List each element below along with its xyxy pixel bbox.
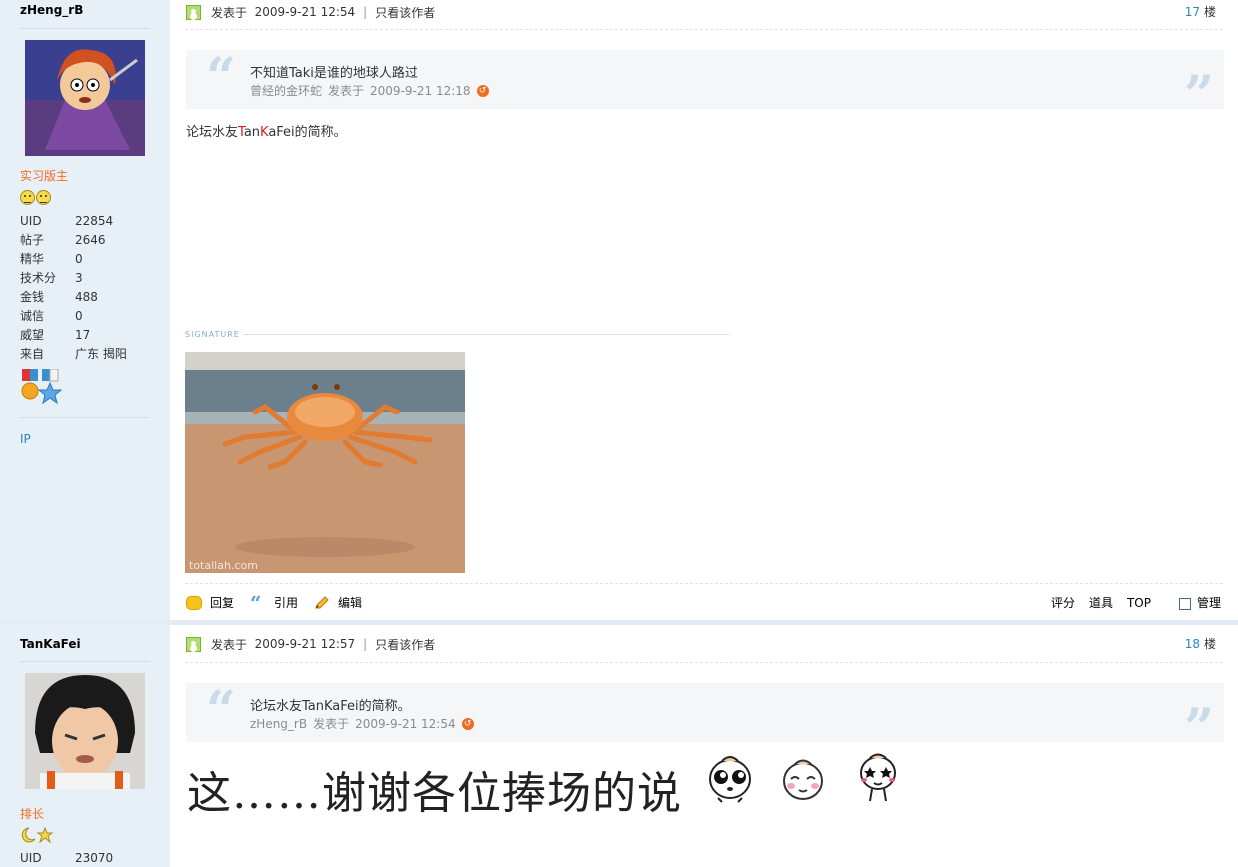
stat-row: UID 23070 bbox=[20, 851, 114, 865]
author-only-link[interactable]: 只看该作者 bbox=[375, 636, 435, 653]
stat-row: 技术分 3 bbox=[20, 271, 83, 285]
stat-row: 诚信 0 bbox=[20, 309, 83, 323]
author-name[interactable]: zHeng_rB bbox=[20, 3, 83, 17]
quote-block: “ 不知道Taki是谁的地球人路过 曾经的金环蛇 发表于 2009-9-21 1… bbox=[186, 47, 1224, 122]
post-content: 发表于 2009-9-21 12:57 | 只看该作者 18 楼 “ 论坛水友Ta… bbox=[170, 625, 1238, 867]
jump-to-post-icon[interactable]: ↺ bbox=[461, 717, 474, 730]
rate-button[interactable]: 评分 bbox=[1051, 594, 1075, 611]
user-rank: 排长 bbox=[20, 807, 45, 821]
avatar[interactable] bbox=[25, 40, 145, 156]
pencil-icon bbox=[315, 595, 329, 608]
divider bbox=[20, 417, 150, 418]
moon-star-icon bbox=[21, 827, 54, 843]
user-online-icon bbox=[186, 636, 201, 652]
signature-divider: SIGNATURE bbox=[185, 330, 730, 339]
post-body: 论坛水友TanKaFei的简称。 bbox=[186, 125, 347, 140]
post-meta: 发表于 2009-9-21 12:54 | 只看该作者 bbox=[186, 3, 435, 21]
floor-number[interactable]: 17 楼 bbox=[1185, 3, 1216, 20]
stat-row: UID 22854 bbox=[20, 214, 114, 228]
medal-icon bbox=[21, 369, 62, 405]
quote-icon: “ bbox=[250, 590, 262, 615]
edit-button[interactable]: 编辑 bbox=[314, 594, 362, 611]
reply-icon bbox=[186, 595, 202, 610]
quote-meta: 曾经的金环蛇 发表于 2009-9-21 12:18 ↺ bbox=[250, 82, 489, 99]
divider bbox=[185, 29, 1223, 30]
post-17: zHeng_rB 实习版主 UID 22854 帖子 2646 精华 0 技术分… bbox=[0, 0, 1238, 620]
divider bbox=[20, 28, 150, 29]
reply-button[interactable]: 回复 bbox=[186, 594, 234, 611]
divider bbox=[185, 662, 1223, 663]
post-content: 发表于 2009-9-21 12:54 | 只看该作者 17 楼 “ 不知道Tak… bbox=[170, 0, 1238, 620]
open-quote-icon: “ bbox=[206, 47, 236, 108]
post-meta: 发表于 2009-9-21 12:57 | 只看该作者 bbox=[186, 635, 435, 653]
user-stats: UID 23070 bbox=[20, 849, 160, 867]
rank-icons bbox=[20, 190, 51, 205]
stat-row: 威望 17 bbox=[20, 328, 91, 342]
stat-row: 来自 广东 揭阳 bbox=[20, 347, 127, 361]
open-quote-icon: “ bbox=[206, 680, 236, 741]
post-body: 这……谢谢各位捧场的说 bbox=[187, 768, 682, 819]
smiley-icon bbox=[20, 190, 35, 205]
manage-checkbox[interactable]: 管理 bbox=[1178, 594, 1221, 611]
smiley-icon bbox=[36, 190, 51, 205]
star-eyes-emoticon-icon bbox=[860, 753, 896, 802]
author-sidebar: TanKaFei 排长 UID 23070 bbox=[0, 625, 170, 867]
post-18: TanKaFei 排长 UID 23070 发表于 2009-9-21 12:5… bbox=[0, 625, 1238, 867]
avatar[interactable] bbox=[25, 673, 145, 789]
floor-number[interactable]: 18 楼 bbox=[1185, 635, 1216, 652]
quote-text: 论坛水友TanKaFei的简称。 bbox=[250, 699, 411, 714]
post-time: 2009-9-21 12:57 bbox=[254, 637, 356, 651]
author-name[interactable]: TanKaFei bbox=[20, 637, 81, 651]
post-admin-actions: 评分 道具 TOP 管理 bbox=[1051, 594, 1221, 611]
shy-emoticon-icon bbox=[783, 759, 823, 800]
stat-row: 精华 0 bbox=[20, 252, 83, 266]
checkbox[interactable] bbox=[1178, 597, 1191, 610]
close-quote-icon: ” bbox=[1184, 698, 1214, 759]
author-only-link[interactable]: 只看该作者 bbox=[375, 4, 435, 21]
medals bbox=[20, 369, 62, 405]
ip-link[interactable]: IP bbox=[20, 432, 31, 446]
close-quote-icon: ” bbox=[1184, 65, 1214, 126]
surprised-emoticon-icon bbox=[709, 756, 751, 803]
user-online-icon bbox=[186, 4, 201, 20]
quote-block: “ 论坛水友TanKaFei的简称。 zHeng_rB 发表于 2009-9-2… bbox=[186, 680, 1224, 755]
top-link[interactable]: TOP bbox=[1127, 596, 1151, 610]
rank-icons bbox=[20, 827, 54, 843]
post-time: 2009-9-21 12:54 bbox=[254, 5, 356, 19]
divider bbox=[20, 661, 150, 662]
quote-button[interactable]: “ 引用 bbox=[250, 590, 298, 615]
author-sidebar: zHeng_rB 实习版主 UID 22854 帖子 2646 精华 0 技术分… bbox=[0, 0, 170, 620]
divider bbox=[185, 583, 1223, 584]
quote-text: 不知道Taki是谁的地球人路过 bbox=[250, 66, 418, 81]
user-stats: UID 22854 帖子 2646 精华 0 技术分 3 金钱 488 诚信 0 威望 17 … bbox=[20, 212, 160, 364]
post-actions: 回复 “ 引用 编辑 bbox=[186, 590, 378, 615]
tools-button[interactable]: 道具 bbox=[1089, 594, 1113, 611]
user-rank: 实习版主 bbox=[20, 169, 69, 183]
svg-text:totallah.com: totallah.com bbox=[189, 559, 258, 572]
jump-to-post-icon[interactable]: ↺ bbox=[476, 84, 489, 97]
stat-row: 金钱 488 bbox=[20, 290, 98, 304]
stat-row: 帖子 2646 bbox=[20, 233, 106, 247]
signature-image: totallah.com bbox=[185, 352, 465, 573]
quote-meta: zHeng_rB 发表于 2009-9-21 12:54 ↺ bbox=[250, 715, 474, 732]
